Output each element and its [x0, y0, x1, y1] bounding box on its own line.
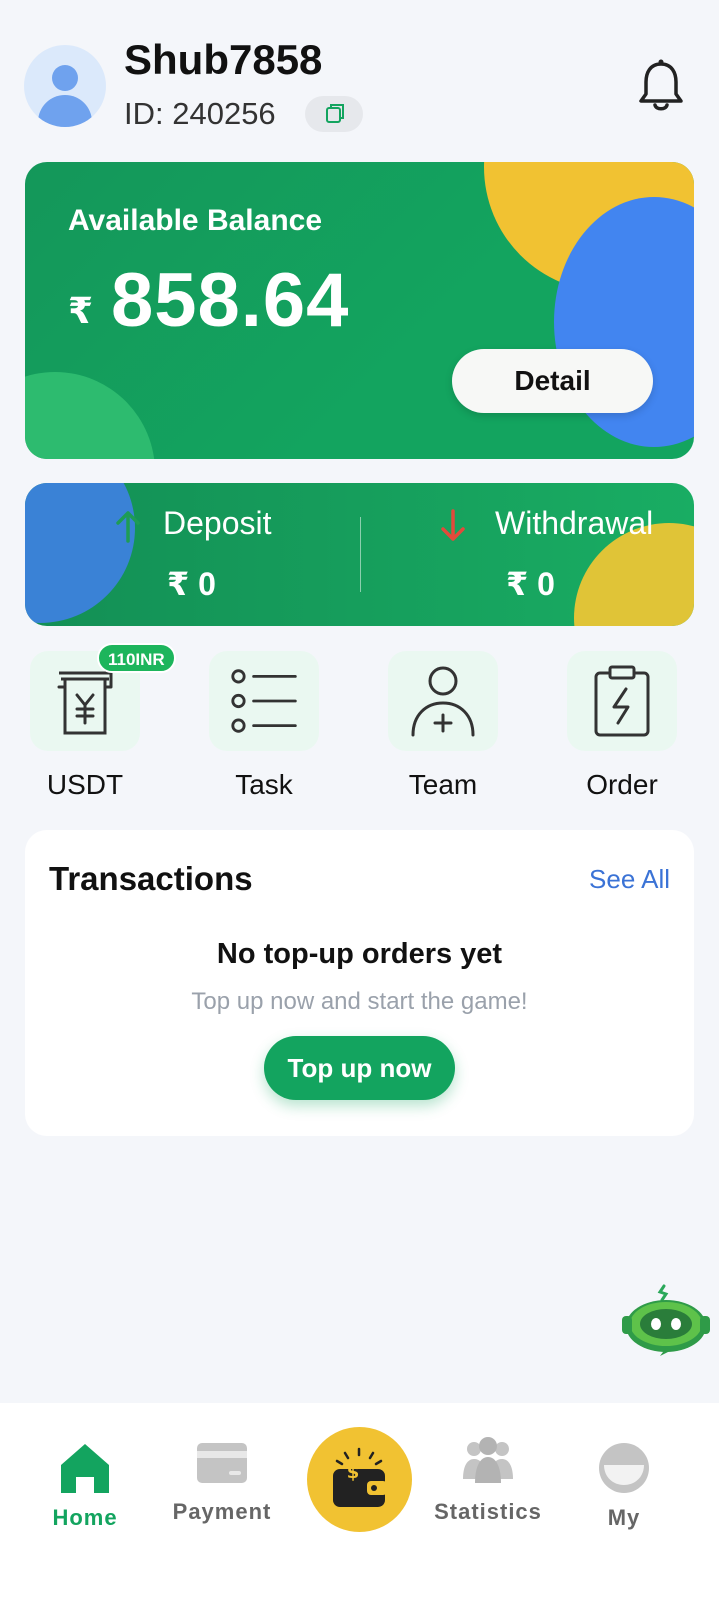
decor-green-circle	[25, 372, 155, 459]
nav-item-statistics[interactable]: Statistics	[418, 1433, 558, 1543]
quick-action-tile	[567, 651, 677, 751]
withdrawal-value: ₹ 0	[506, 566, 555, 602]
copy-id-button[interactable]	[305, 96, 363, 132]
balance-currency: ₹	[68, 290, 94, 331]
quick-action-label: Team	[408, 769, 478, 800]
nav-item-payment[interactable]: Payment	[152, 1433, 292, 1543]
quick-actions: 110INR USDT Task Team Order	[0, 643, 719, 815]
home-icon	[61, 1444, 109, 1493]
notification-bell-icon[interactable]	[636, 58, 686, 114]
quick-action-label: Task	[235, 769, 293, 800]
nav-label: Payment	[172, 1499, 272, 1524]
deposit-withdrawal-card: Deposit ₹ 0 Withdrawal ₹ 0	[25, 483, 694, 626]
transactions-card: Transactions See All No top-up orders ye…	[25, 830, 694, 1136]
withdrawal-label: Withdrawal	[495, 505, 654, 541]
header: Shub7858 ID: 240256	[0, 0, 719, 150]
nav-label: Home	[52, 1505, 118, 1530]
list-icon	[231, 669, 297, 733]
usdt-bonus-badge: 110INR	[97, 643, 176, 673]
quick-action-usdt[interactable]: 110INR USDT	[25, 643, 176, 815]
balance-amount: 858.64	[111, 258, 350, 343]
nav-label: My	[607, 1505, 641, 1530]
quick-action-tile	[209, 651, 319, 751]
deposit-summary[interactable]: Deposit ₹ 0	[25, 483, 360, 626]
detail-button[interactable]: Detail	[452, 349, 653, 413]
arrow-up-icon	[116, 511, 140, 543]
copy-icon	[326, 104, 344, 123]
nav-label: Statistics	[434, 1499, 542, 1524]
deposit-label: Deposit	[163, 505, 272, 541]
deposit-value: ₹ 0	[167, 566, 216, 602]
quick-action-task[interactable]: Task	[204, 645, 324, 815]
app-screen: Shub7858 ID: 240256 Available Balance ₹ …	[0, 0, 719, 1600]
avatar[interactable]	[24, 45, 106, 127]
transactions-title: Transactions	[49, 860, 253, 897]
svg-text:$: $	[347, 1462, 360, 1483]
people-icon	[463, 1437, 513, 1483]
empty-state-subtitle: Top up now and start the game!	[191, 988, 528, 1015]
support-robot-icon[interactable]	[620, 1282, 716, 1362]
arrow-down-icon	[441, 509, 465, 541]
nav-item-wallet[interactable]: $	[307, 1427, 412, 1532]
balance-label: Available Balance	[68, 204, 323, 237]
user-id: ID: 240256	[124, 96, 276, 131]
quick-action-team[interactable]: Team	[383, 645, 503, 815]
see-all-link[interactable]: See All	[589, 864, 670, 895]
username: Shub7858	[124, 36, 323, 83]
yuan-receipt-icon	[57, 671, 113, 735]
quick-action-label: USDT	[46, 769, 124, 800]
bottom-nav: Home Payment $ Statistics My	[0, 1403, 719, 1600]
empty-state-title: No top-up orders yet	[216, 938, 503, 970]
clipboard-bolt-icon	[594, 665, 650, 737]
quick-action-tile	[388, 651, 498, 751]
profile-icon	[599, 1443, 649, 1493]
avatar-body-shape	[38, 95, 92, 127]
withdrawal-summary[interactable]: Withdrawal ₹ 0	[360, 483, 694, 626]
nav-item-home[interactable]: Home	[15, 1433, 155, 1543]
add-user-icon	[411, 666, 475, 737]
quick-action-label: Order	[586, 769, 658, 800]
balance-card: Available Balance ₹ 858.64 Detail	[25, 162, 694, 459]
avatar-head-shape	[52, 65, 78, 91]
wallet-icon: $	[333, 1447, 387, 1507]
nav-item-my[interactable]: My	[554, 1433, 694, 1543]
quick-action-order[interactable]: Order	[562, 645, 682, 815]
top-up-button[interactable]: Top up now	[264, 1036, 455, 1100]
card-icon	[197, 1443, 247, 1483]
